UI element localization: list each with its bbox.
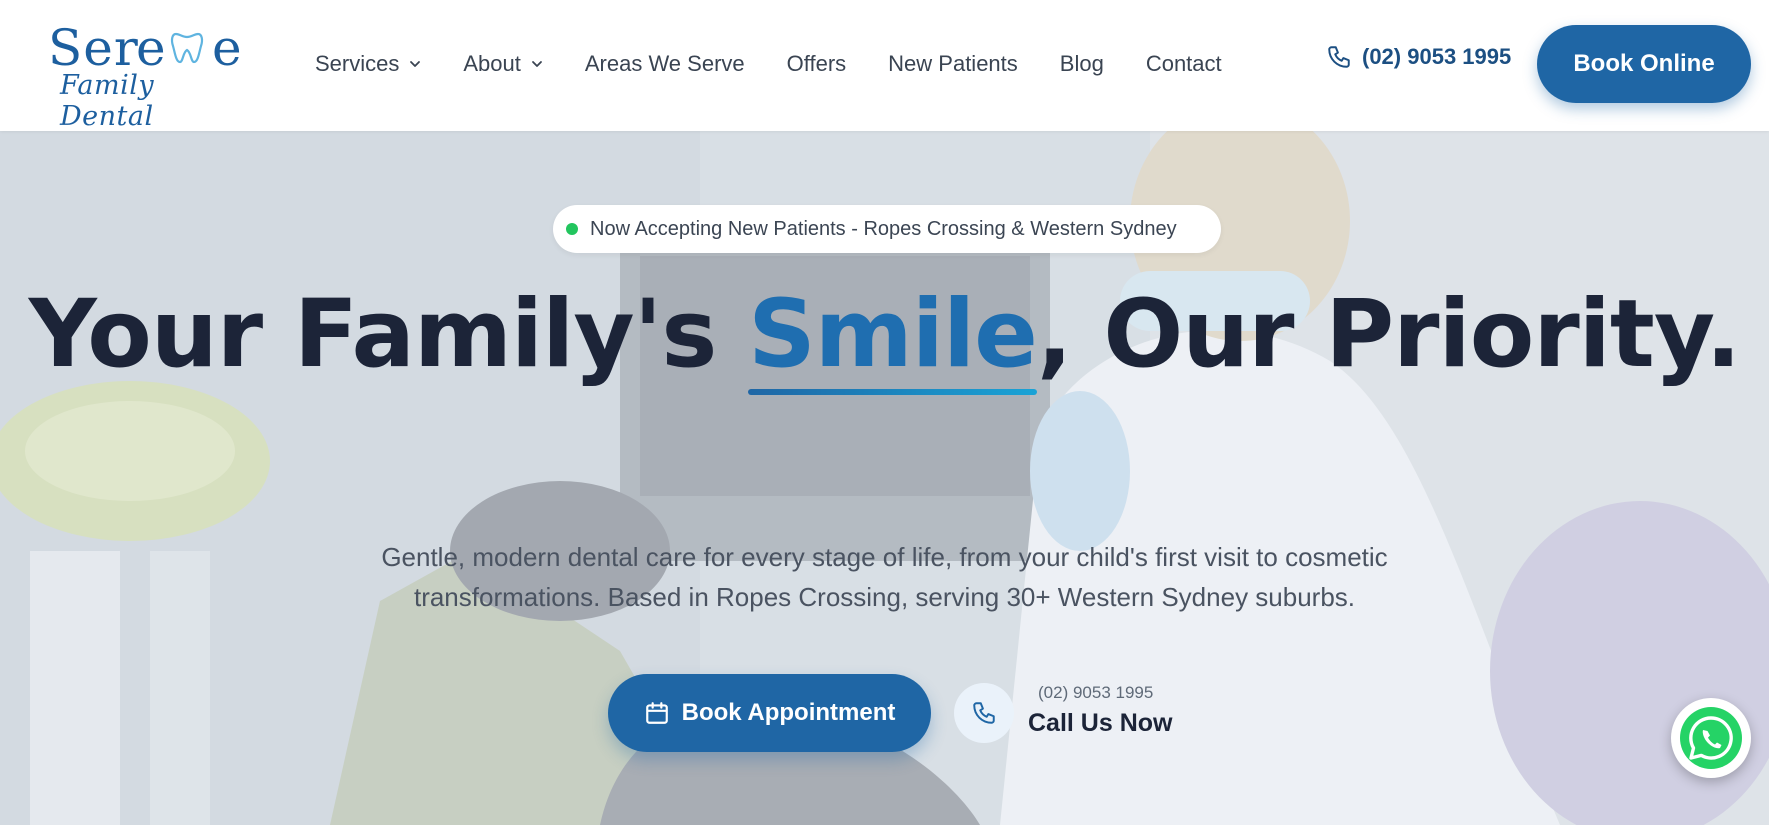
book-appointment-label: Book Appointment: [681, 699, 896, 726]
whatsapp-icon: [1680, 707, 1742, 769]
site-header: Ser e e Family Dental Services About Are…: [0, 0, 1769, 132]
calendar-icon: [645, 702, 668, 724]
hero-headline: Your Family's Smile, Our Priority.: [0, 280, 1769, 395]
chevron-down-icon: [410, 61, 421, 67]
logo-tagline: Family Dental: [60, 70, 155, 132]
nav-item-areas[interactable]: Areas We Serve: [585, 51, 745, 77]
whatsapp-button[interactable]: [1671, 698, 1751, 778]
logo-text-end: e: [212, 19, 242, 77]
hero-section: Now Accepting New Patients - Ropes Cross…: [0, 131, 1769, 825]
nav-item-about[interactable]: About: [463, 51, 543, 77]
main-nav: Services About Areas We Serve Offers New…: [315, 0, 1264, 128]
call-icon-circle: [954, 683, 1014, 743]
nav-label: Offers: [786, 51, 847, 76]
new-patients-badge: Now Accepting New Patients - Ropes Cross…: [553, 205, 1221, 253]
badge-text: Now Accepting New Patients - Ropes Cross…: [590, 217, 1177, 240]
nav-label: Services: [315, 51, 400, 76]
nav-item-offers[interactable]: Offers: [787, 51, 847, 77]
nav-label: Blog: [1059, 51, 1104, 76]
tooth-icon: [170, 32, 204, 64]
headline-part-2: , Our Priority.: [1036, 280, 1741, 389]
nav-label: About: [463, 51, 521, 76]
headline-accent-text: Smile: [748, 280, 1038, 389]
book-appointment-button[interactable]: Book Appointment: [608, 674, 931, 752]
book-online-button[interactable]: Book Online: [1537, 25, 1751, 103]
chevron-down-icon: [531, 61, 542, 67]
headline-accent: Smile: [748, 280, 1038, 395]
site-logo[interactable]: Ser e e Family Dental: [48, 18, 242, 132]
nav-item-contact[interactable]: Contact: [1146, 51, 1222, 77]
headline-part-1: Your Family's: [28, 280, 749, 389]
logo-text-start: Ser: [48, 19, 139, 77]
phone-icon: [1328, 46, 1350, 68]
call-phone-number: (02) 9053 1995: [1038, 683, 1154, 702]
nav-label: Contact: [1145, 51, 1222, 76]
headline-underline: [748, 389, 1037, 395]
status-dot: [566, 223, 578, 235]
nav-item-blog[interactable]: Blog: [1060, 51, 1104, 77]
nav-item-services[interactable]: Services: [315, 51, 421, 77]
nav-label: New Patients: [888, 51, 1018, 76]
header-phone-link[interactable]: (02) 9053 1995: [1326, 44, 1511, 70]
header-phone-number: (02) 9053 1995: [1362, 44, 1512, 69]
nav-label: Areas We Serve: [584, 51, 745, 76]
nav-item-new-patients[interactable]: New Patients: [888, 51, 1018, 77]
logo-text-mid: e: [136, 19, 167, 77]
phone-icon: [973, 702, 995, 724]
call-us-link[interactable]: (02) 9053 1995 Call Us Now: [954, 681, 1184, 745]
call-us-label: Call Us Now: [1028, 709, 1173, 737]
hero-subheading: Gentle, modern dental care for every sta…: [381, 542, 1388, 612]
